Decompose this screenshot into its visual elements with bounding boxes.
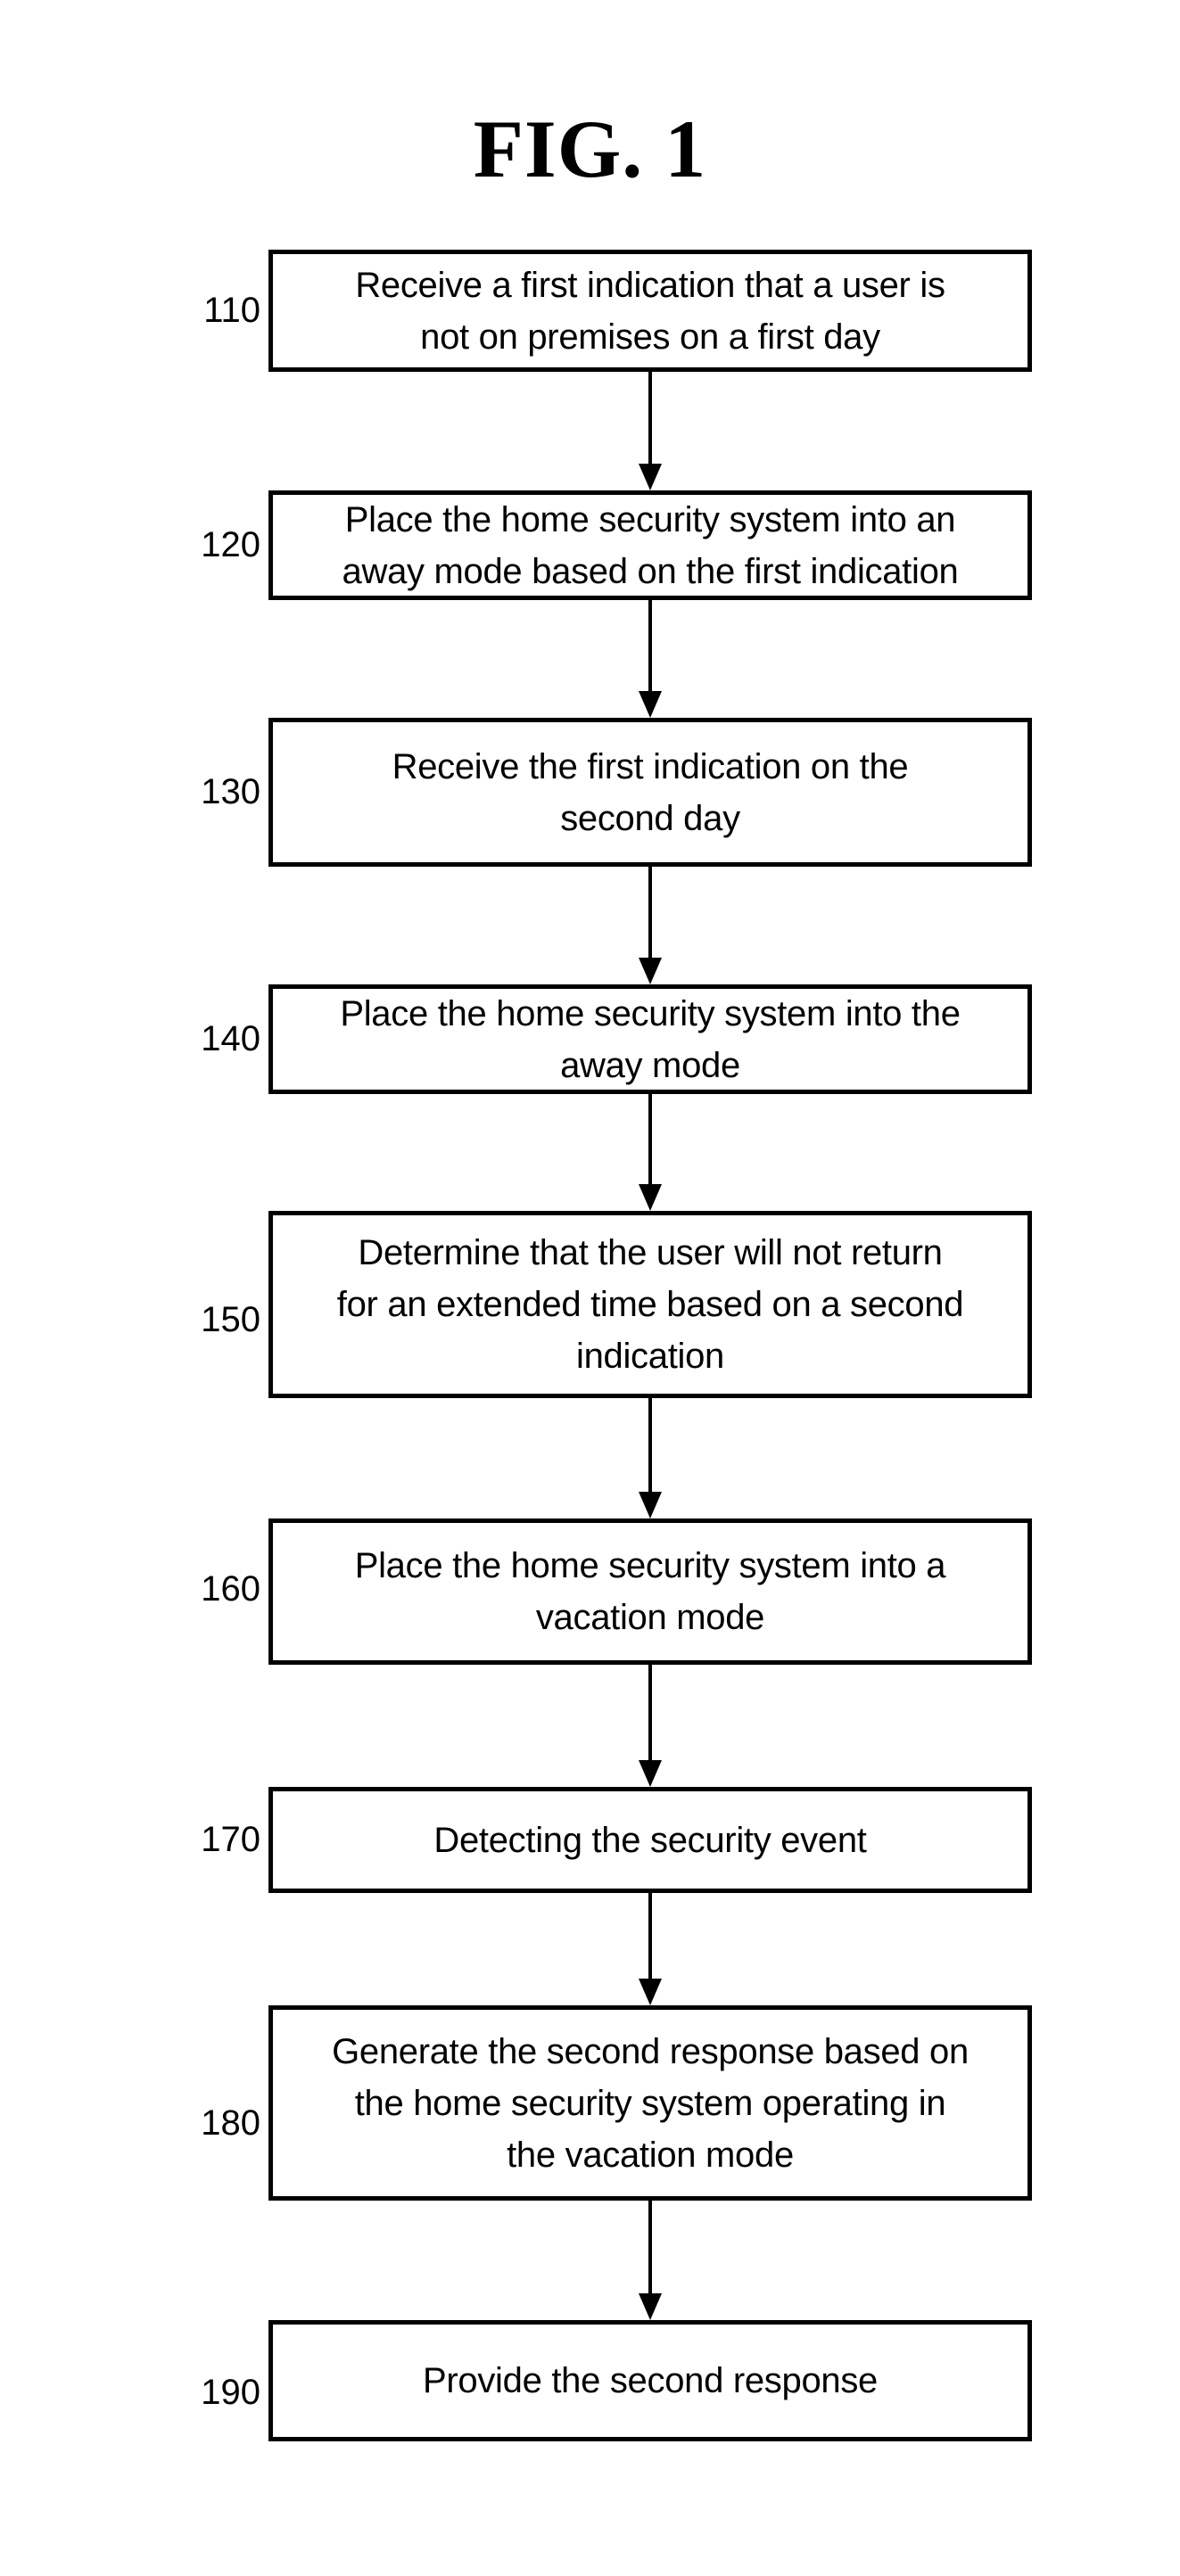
step-box-140: Place the home security system into the … [268,984,1032,1094]
step-box-160: Place the home security system into a va… [268,1518,1032,1665]
step-box-180: Generate the second response based on th… [268,2005,1032,2201]
step-number-190: 190 [201,2373,260,2412]
figure-title: FIG. 1 [473,103,707,194]
step-box-110: Receive a first indication that a user i… [268,250,1032,372]
step-text: Provide the second response [422,2361,878,2400]
step-text: Receive the first indication on the seco… [392,746,909,838]
step-box-120: Place the home security system into an a… [268,490,1032,600]
step-text: Place the home security system into a va… [354,1546,946,1637]
step-box-130: Receive the first indication on the seco… [268,718,1032,867]
step-text: Place the home security system into an a… [342,499,959,591]
arrow-head-icon [639,691,662,718]
arrow-head-icon [639,1184,662,1211]
step-box-190: Provide the second response [268,2320,1032,2441]
step-text: Determine that the user will not return … [336,1233,964,1376]
step-box-150: Determine that the user will not return … [268,1211,1032,1398]
step-text: Receive a first indication that a user i… [355,265,945,357]
step-number-110: 110 [203,291,260,330]
step-number-170: 170 [201,1820,260,1859]
step-text: Generate the second response based on th… [332,2031,969,2175]
step-number-160: 160 [201,1569,260,1609]
arrow-head-icon [639,464,662,490]
arrow-head-icon [639,1492,662,1518]
arrow-head-icon [639,2293,662,2320]
step-text: Detecting the security event [433,1820,867,1860]
step-number-130: 130 [201,772,260,811]
step-text: Place the home security system into the … [340,993,961,1085]
step-number-120: 120 [201,525,260,564]
step-box-170: Detecting the security event [268,1787,1032,1893]
step-number-150: 150 [201,1300,260,1339]
arrow-head-icon [639,1760,662,1787]
arrow-head-icon [639,958,662,984]
arrow-head-icon [639,1979,662,2005]
step-number-140: 140 [201,1019,260,1058]
step-number-180: 180 [201,2103,260,2143]
